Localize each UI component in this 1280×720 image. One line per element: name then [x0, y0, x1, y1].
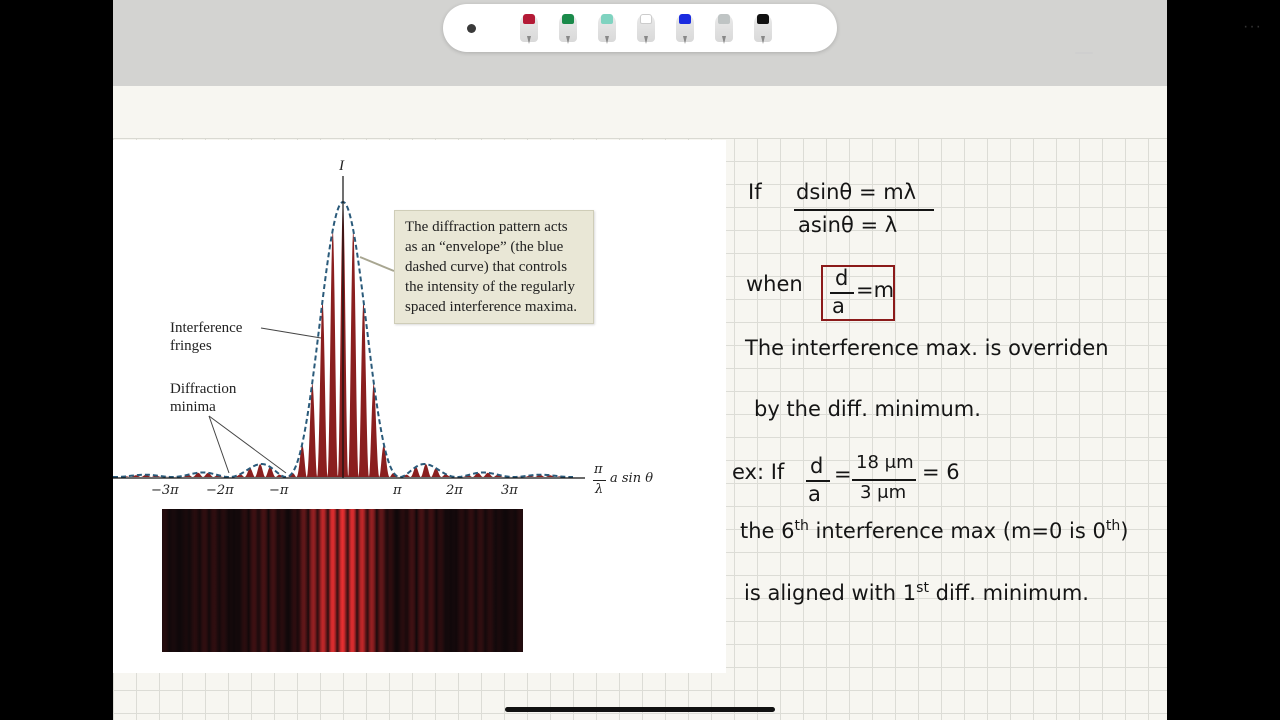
note-6th-a: the 6	[740, 519, 795, 543]
more-options-button[interactable]: ···	[1243, 18, 1262, 36]
green-marker-icon[interactable]	[553, 14, 583, 46]
note-6th-sup2: th	[1105, 518, 1121, 534]
note-example-3um: 3 μm	[860, 482, 907, 503]
tick-minus-pi: −π	[269, 483, 289, 498]
selected-tool-indicator	[1075, 52, 1093, 54]
minima-leader-line-1	[208, 415, 230, 474]
note-if: If	[748, 180, 762, 204]
note-6th-c: )	[1120, 519, 1129, 543]
note-line-aligned: is aligned with 1st diff. minimum.	[744, 580, 1089, 605]
note-line-diff-min: by the diff. minimum.	[754, 397, 981, 421]
page-separator	[113, 138, 1167, 139]
note-example-18um: 18 μm	[856, 452, 914, 473]
note-aligned-sup: st	[916, 580, 929, 596]
home-indicator[interactable]	[505, 707, 775, 712]
note-6th-b: interference max (m=0 is 0	[808, 519, 1106, 543]
envelope-callout: The diffraction pattern acts as an “enve…	[394, 210, 594, 324]
minima-label-line1: Diffraction	[170, 381, 237, 397]
blue-marker-icon[interactable]	[670, 14, 700, 46]
tick-2pi: 2π	[446, 483, 463, 498]
tick-minus-2pi: −2π	[206, 483, 234, 498]
note-example-a: a	[808, 482, 821, 506]
note-line-override: The interference max. is overriden	[745, 336, 1109, 360]
note-example-d: d	[810, 454, 824, 478]
x-label-fraction-bar	[593, 480, 606, 481]
fringe-photo-strip	[162, 509, 523, 652]
note-line-6th: the 6th interference max (m=0 is 0th)	[740, 518, 1128, 543]
fringes-leader-line	[260, 327, 322, 339]
note-box-denominator: a	[832, 294, 845, 318]
fringes-label-line2: fringes	[170, 338, 212, 354]
note-when: when	[746, 272, 803, 296]
note-box-rest: =m	[856, 278, 895, 302]
note-box-numerator: d	[835, 266, 849, 290]
note-fraction-numerator: dsinθ = mλ	[796, 180, 917, 204]
minima-label-line2: minima	[170, 399, 216, 415]
x-label-rest: a sin θ	[610, 471, 654, 486]
note-example-prefix: ex: If	[732, 460, 785, 484]
note-aligned-a: is aligned with 1	[744, 581, 917, 605]
x-label-numerator: π	[594, 462, 603, 477]
note-fraction-denominator: asinθ = λ	[798, 213, 898, 237]
red-marker-icon[interactable]	[514, 14, 544, 46]
drawing-toolbar: ···	[443, 4, 1261, 54]
minima-leader-line-2	[208, 415, 287, 474]
fringes-label-line1: Interference	[170, 320, 243, 336]
white-marker-icon[interactable]	[631, 14, 661, 46]
diffraction-figure: I The diffraction pattern acts as an “en…	[113, 140, 726, 673]
gray-marker-icon[interactable]	[709, 14, 739, 46]
note-example-bar2	[852, 479, 916, 481]
note-aligned-b: diff. minimum.	[928, 581, 1089, 605]
note-example-result: = 6	[922, 460, 960, 484]
note-example-eq: =	[834, 462, 852, 486]
note-fraction-bar	[794, 209, 934, 211]
tick-minus-3pi: −3π	[151, 483, 179, 498]
tick-3pi: 3π	[501, 483, 518, 498]
callout-pointer	[359, 256, 395, 272]
teal-marker-icon[interactable]	[592, 14, 622, 46]
handwritten-notes: If dsinθ = mλ asinθ = λ when d a =m The …	[726, 140, 1167, 700]
tick-pi: π	[393, 483, 402, 498]
black-marker-icon[interactable]	[748, 14, 778, 46]
x-label-denominator: λ	[595, 482, 604, 497]
y-axis-label: I	[339, 158, 344, 174]
note-6th-sup: th	[794, 518, 809, 534]
toolbar-grip-icon[interactable]	[467, 24, 476, 33]
